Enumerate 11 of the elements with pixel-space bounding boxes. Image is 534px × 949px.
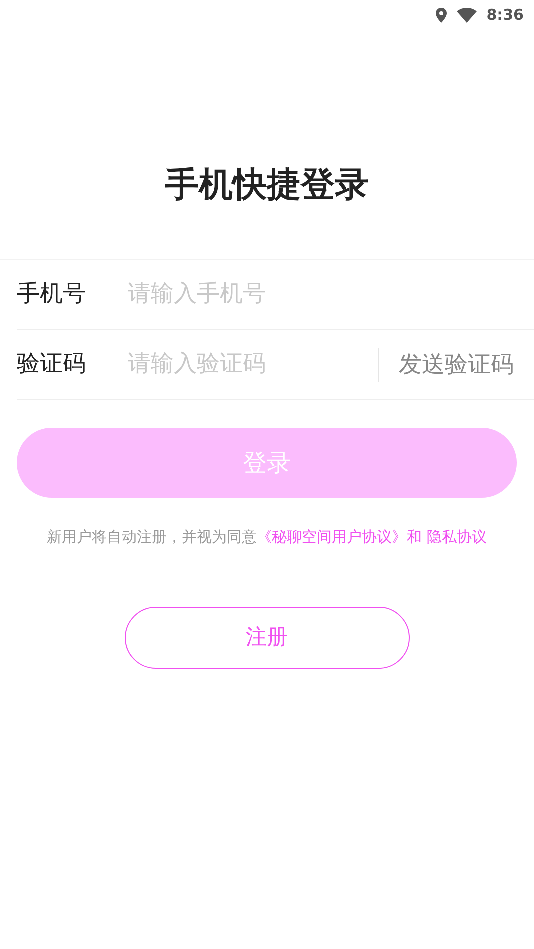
page-title: 手机快捷登录: [164, 164, 370, 207]
wifi-icon: [456, 8, 477, 22]
field-label: 验证码: [17, 350, 87, 380]
agreement-text: 新用户将自动注册，并视为同意《秘聊空间用户协议》和 隐私协议: [46, 527, 488, 548]
status-time: 8:36: [486, 4, 524, 26]
location-icon: [436, 8, 447, 22]
agreement-link[interactable]: 隐私协议: [426, 528, 487, 546]
register-button[interactable]: 注册: [124, 606, 410, 668]
field-label: 手机号: [17, 280, 87, 310]
send-code-button[interactable]: 发送验证码: [378, 348, 534, 382]
agreement-link[interactable]: 《秘聊空间用户协议》: [257, 528, 408, 546]
